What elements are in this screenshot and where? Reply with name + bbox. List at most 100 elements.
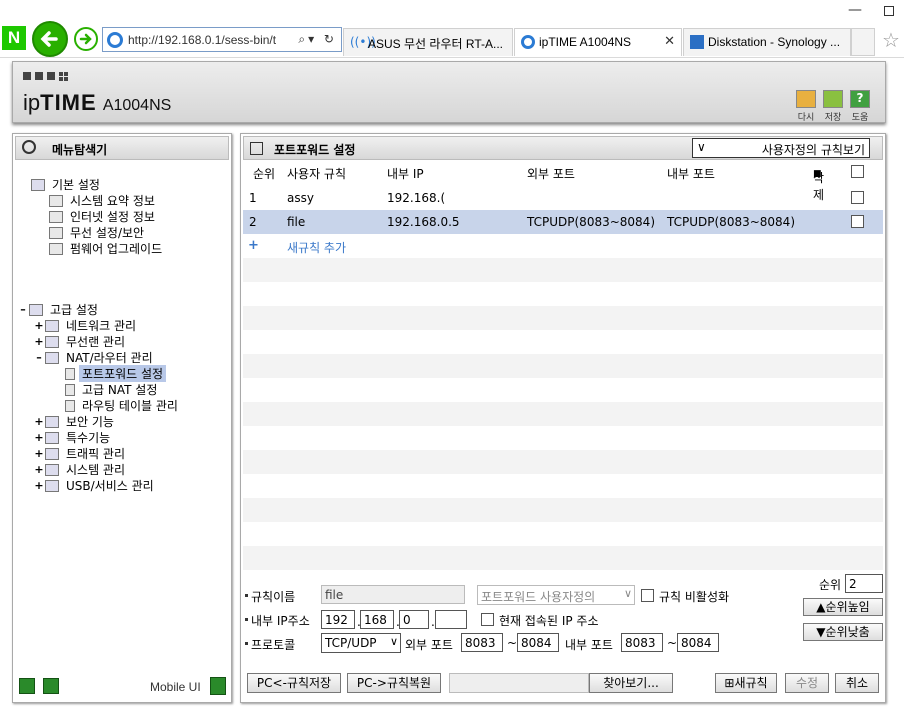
empty-row [243,402,883,426]
tree-network[interactable]: + 네트워크 관리 [33,317,139,334]
close-icon[interactable]: ✕ [664,34,675,49]
add-rule-link[interactable]: 새규칙 추가 [287,239,346,256]
tree-system-summary[interactable]: 시스템 요약 정보 [49,192,158,209]
reload-button[interactable]: 다시 [795,90,817,123]
new-tab-button[interactable] [851,28,875,56]
external-port-to[interactable]: 8084 [517,633,559,652]
tree-special[interactable]: + 특수기능 [33,429,113,446]
tree-basic-settings[interactable]: 기본 설정 [31,176,103,193]
browser-chrome: — N http://192.168.0.1/sess-bin/t ⌕▾ ↻ (… [0,0,904,58]
expand-icon[interactable]: + [33,479,45,492]
forward-button[interactable] [74,27,98,51]
internal-port-from[interactable]: 8083 [621,633,663,652]
special-icon [45,431,59,444]
header-square-icon [64,72,68,76]
modify-button[interactable]: 수정 [785,673,829,693]
help-label: 도움 [851,113,869,123]
tree-firmware-upgrade[interactable]: 펌웨어 업그레이드 [49,240,165,257]
rank-input[interactable]: 2 [845,574,883,593]
protocol-select[interactable]: TCP/UDP ∨ [321,633,401,653]
expand-icon[interactable]: + [33,431,45,444]
tree-label: 라우팅 테이블 관리 [82,399,178,413]
restore-from-pc-button[interactable]: PC->규칙복원 [347,673,441,693]
col-rank: 순위 [253,167,276,181]
ip-octet-3[interactable]: 0 [399,610,429,629]
file-path-input[interactable] [449,673,589,693]
tree-label: 보안 기능 [66,415,114,429]
home-icon[interactable] [19,678,35,694]
disable-rule-label: 규칙 비활성화 [659,590,730,604]
rule-type-select[interactable]: 포트포워드 사용자정의 ∨ [477,585,635,605]
ip-octet-4[interactable] [435,610,467,629]
chevron-down-icon: ∨ [697,140,706,154]
table-row[interactable]: 2 file 192.168.0.5 TCPUDP(8083~8084) TCP… [243,210,883,234]
select-all-checkbox[interactable] [851,165,864,178]
save-to-pc-button[interactable]: PC<-규칙저장 [247,673,341,693]
new-rule-button[interactable]: ⊞새규칙 [715,673,777,693]
expand-icon[interactable]: + [33,415,45,428]
ip-octet-1[interactable]: 192 [321,610,355,629]
back-button[interactable] [32,21,68,57]
cancel-button[interactable]: 취소 [835,673,879,693]
cell-rule: assy [287,191,314,205]
expand-icon[interactable]: + [33,319,45,332]
rule-name-input[interactable]: file [321,585,465,604]
tree-internet-settings[interactable]: 인터넷 설정 정보 [49,208,158,225]
tree-wireless-settings[interactable]: 무선 설정/보안 [49,224,147,241]
favorites-star-icon[interactable]: ☆ [882,28,900,52]
tree-traffic[interactable]: + 트래픽 관리 [33,445,128,462]
mobile-phone-icon[interactable] [210,677,226,695]
header-square-icon [47,72,55,80]
col-external-port: 외부 포트 [527,167,575,181]
expand-icon[interactable]: + [33,463,45,476]
current-ip-checkbox[interactable] [481,613,494,626]
rule-view-select[interactable]: ∨ 사용자정의 규칙보기 [692,138,870,158]
table-row[interactable]: 1 assy 192.168.( [243,186,883,210]
disable-rule-checkbox[interactable] [641,589,654,602]
panel-header: 포트포워드 설정 ∨ 사용자정의 규칙보기 [243,136,883,160]
folder-icon [29,303,43,316]
tree-system[interactable]: + 시스템 관리 [33,461,128,478]
tree-nat-router[interactable]: – NAT/라우터 관리 [33,349,156,366]
ip-octet-2[interactable]: 168 [360,610,394,629]
delete-checkbox[interactable] [851,191,864,204]
external-port-from[interactable]: 8083 [461,633,503,652]
delete-checkbox[interactable] [851,215,864,228]
tab-diskstation[interactable]: Diskstation - Synology ... [683,28,851,56]
collapse-icon[interactable]: – [33,351,45,364]
empty-row [243,498,883,522]
add-rule-row[interactable]: + 새규칙 추가 [243,234,883,258]
logout-icon[interactable] [43,678,59,694]
internal-port-to[interactable]: 8084 [677,633,719,652]
rank-down-button[interactable]: ▼순위낮춤 [803,623,883,641]
save-icon [823,90,843,108]
mobile-ui-link[interactable]: Mobile UI [150,680,201,694]
help-button[interactable]: ? 도움 [849,90,871,123]
tree-routing-table[interactable]: 라우팅 테이블 관리 [65,397,181,414]
rank-up-button[interactable]: ▲순위높임 [803,598,883,616]
collapse-icon[interactable]: – [17,303,29,316]
tree-port-forward[interactable]: 포트포워드 설정 [65,365,167,382]
tree-advanced-nat[interactable]: 고급 NAT 설정 [65,381,160,398]
address-bar[interactable]: http://192.168.0.1/sess-bin/t ⌕▾ ↻ [102,27,342,52]
folder-icon [31,178,45,191]
maximize-icon[interactable] [884,6,894,16]
tree-label: USB/서비스 관리 [66,479,154,493]
tree-advanced-settings[interactable]: – 고급 설정 [17,301,101,318]
tab-iptime[interactable]: ipTIME A1004NS ✕ [514,28,682,56]
tree-usb-service[interactable]: + USB/서비스 관리 [33,477,157,494]
protocol-value: TCP/UDP [325,636,377,650]
browse-button[interactable]: 찾아보기... [589,673,673,693]
naver-icon[interactable]: N [2,26,26,50]
expand-icon[interactable]: + [33,335,45,348]
tree-security[interactable]: + 보안 기능 [33,413,117,430]
address-tools-icon[interactable]: ⌕▾ ↻ [298,32,337,47]
minimize-icon[interactable]: — [848,2,862,18]
tab-asus[interactable]: ((•)) ASUS 무선 라우터 RT-A... [343,28,513,56]
tree-wireless-lan[interactable]: + 무선랜 관리 [33,333,128,350]
menu-explorer-header: 메뉴탐색기 [15,136,229,160]
save-button[interactable]: 저장 [822,90,844,123]
url-text[interactable]: http://192.168.0.1/sess-bin/t [128,33,288,47]
expand-icon[interactable]: + [33,447,45,460]
tree-label: 고급 NAT 설정 [82,383,158,397]
